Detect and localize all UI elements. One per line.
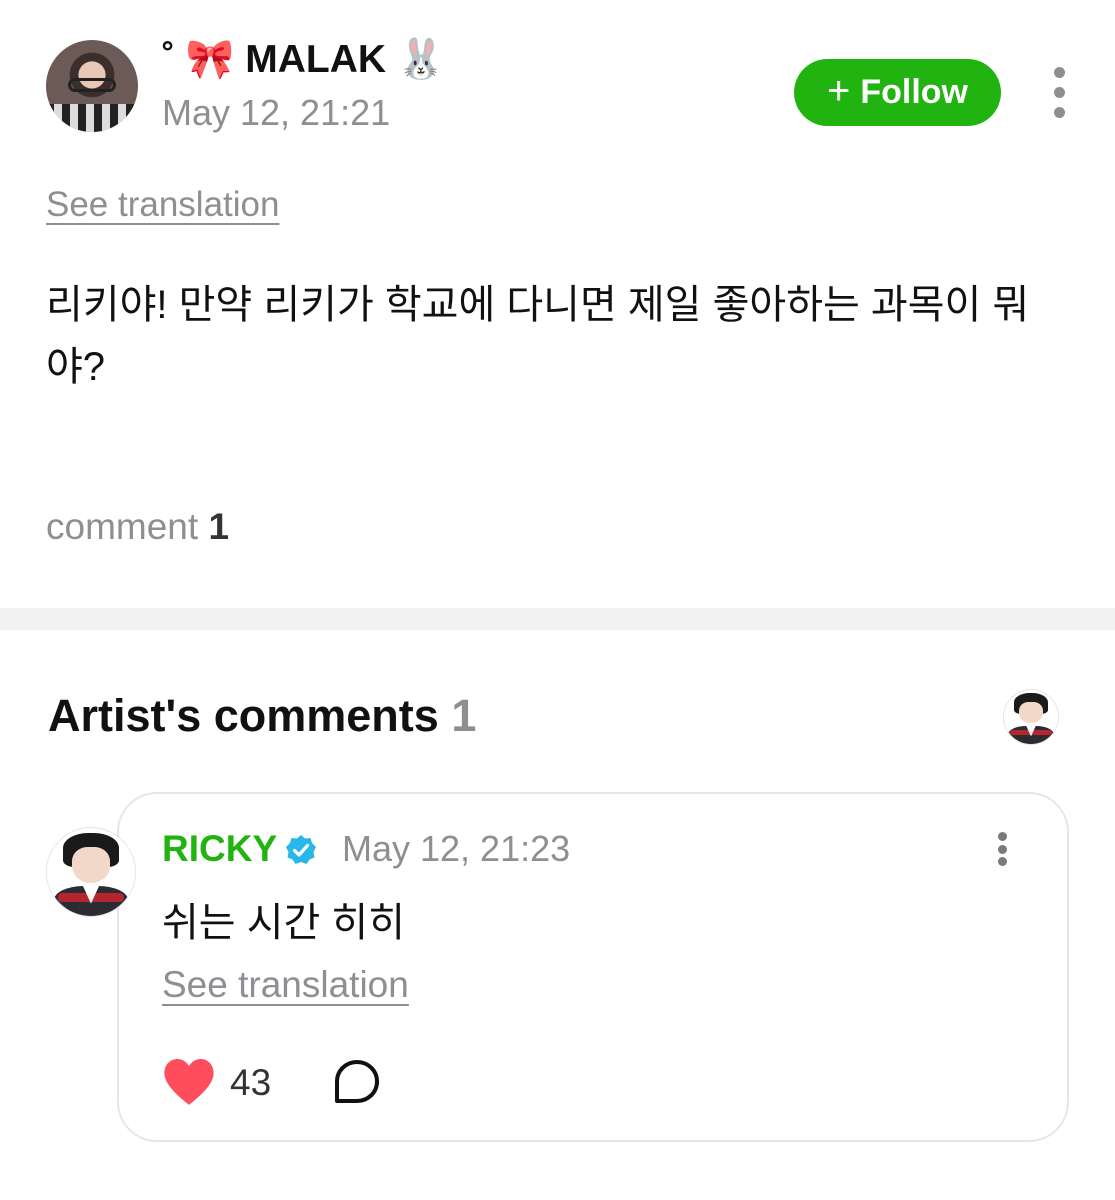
section-divider: [0, 608, 1115, 630]
dot: [1053, 67, 1065, 78]
portrait-face: [71, 847, 111, 883]
post-body-text: 리키야! 만약 리키가 학교에 다니면 제일 좋아하는 과목이 뭐야?: [46, 283, 1030, 389]
post-more-options-icon[interactable]: [1052, 67, 1066, 118]
artist-name[interactable]: RICKY: [162, 828, 277, 870]
post-timestamp: May 12, 21:21: [162, 92, 391, 133]
comment-text: 쉬는 시간 히히: [162, 901, 406, 945]
artist-comments-heading: Artist's comments 1: [48, 690, 476, 742]
artist-filter-avatar[interactable]: [1003, 689, 1059, 745]
artist-comments-count: 1: [451, 690, 477, 741]
comment-timestamp: May 12, 21:23: [342, 828, 571, 869]
like-count: 43: [230, 1062, 272, 1103]
author-avatar[interactable]: [46, 40, 138, 132]
portrait-face: [1019, 701, 1043, 724]
heart-icon[interactable]: [162, 1057, 216, 1107]
verified-badge-icon: [286, 835, 316, 864]
avatar-shirt: [46, 104, 138, 132]
dot: [997, 844, 1007, 854]
comment-see-translation-link[interactable]: See translation: [162, 964, 409, 1006]
dot: [997, 857, 1007, 866]
artist-comments-title: Artist's comments: [48, 690, 439, 741]
comment-count[interactable]: comment 1: [46, 506, 229, 548]
comment-count-value: 1: [208, 506, 230, 547]
post-author-name[interactable]: ˚ 🎀 MALAK 🐰: [162, 36, 445, 82]
dot: [997, 832, 1007, 841]
artist-avatar[interactable]: [46, 827, 136, 917]
reply-bubble-icon[interactable]: [333, 1058, 381, 1106]
avatar-glasses: [68, 78, 116, 92]
comment-count-label: comment: [46, 506, 199, 547]
follow-button[interactable]: + Follow: [794, 59, 1001, 126]
plus-icon: +: [826, 68, 851, 113]
dot: [1053, 107, 1065, 118]
dot: [1053, 87, 1065, 98]
comment-more-options-icon[interactable]: [996, 832, 1008, 866]
follow-label: Follow: [860, 73, 968, 111]
post-see-translation-link[interactable]: See translation: [46, 185, 279, 225]
